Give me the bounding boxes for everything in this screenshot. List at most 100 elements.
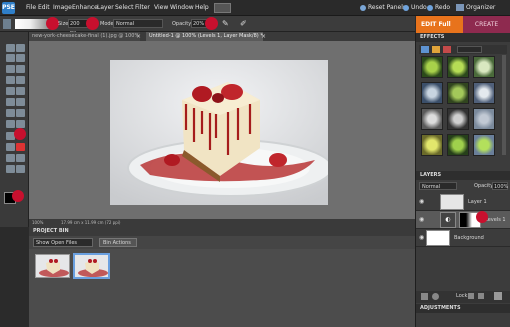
effect-thumbnail[interactable] (447, 82, 469, 104)
layer-thumbnail (440, 193, 464, 210)
layer-row[interactable]: ◉ Background (416, 229, 510, 247)
menu-select[interactable]: Select (115, 4, 134, 11)
menu-filter[interactable]: Filter (135, 4, 150, 11)
effect-thumbnail[interactable] (421, 82, 443, 104)
tab-cheesecake[interactable]: new-york-cheesecake-final (1).jpg @ 100%… (29, 32, 140, 41)
menu-view[interactable]: View (154, 4, 168, 11)
visibility-eye-icon[interactable]: ◉ (419, 198, 424, 205)
smart-brush-tool-icon[interactable] (6, 143, 15, 151)
tool-options-bar: Size: 200 px Mode: Normal Opacity: 20% ✎… (0, 16, 415, 36)
red-eye-tool-icon[interactable] (6, 109, 15, 117)
organizer-button[interactable]: Organizer (456, 4, 495, 11)
effects-scrollbar[interactable] (502, 55, 506, 155)
menu-enhance[interactable]: Enhance (72, 4, 98, 11)
menu-edit[interactable]: Edit (38, 4, 50, 11)
menu-file[interactable]: File (26, 4, 36, 11)
menu-layer[interactable]: Layer (97, 4, 114, 11)
menu-window[interactable]: Window (170, 4, 194, 11)
project-bin (29, 249, 415, 327)
bin-thumbnail[interactable] (35, 254, 70, 278)
layer-opacity-input[interactable]: 100% (492, 182, 508, 190)
opacity-label: Opacity: (172, 21, 193, 27)
create-tab[interactable]: CREATE (463, 16, 510, 33)
document-tabs: new-york-cheesecake-final (1).jpg @ 100%… (29, 32, 415, 41)
eyedropper-tool-icon[interactable] (16, 54, 25, 62)
effect-thumbnail[interactable] (473, 56, 495, 78)
document-size: 17.99 cm x 11.99 cm (72 ppi) (61, 220, 121, 225)
layer-row[interactable]: ◉ Layer 1 (416, 193, 510, 211)
bin-actions-button[interactable]: Bin Actions (99, 238, 137, 247)
lock-all-icon[interactable] (478, 293, 484, 299)
zoom-tool-icon[interactable] (16, 44, 25, 52)
layer-row-selected[interactable]: ◉ ◐ Levels 1 (416, 211, 510, 229)
gradient-tool-icon[interactable] (6, 154, 15, 162)
tab-untitled[interactable]: Untitled-1 @ 100% (Levels 1, Layer Mask/… (146, 32, 263, 41)
effect-thumbnail[interactable] (421, 108, 443, 130)
hand-tool-icon[interactable] (6, 54, 15, 62)
effect-thumbnail[interactable] (421, 56, 443, 78)
effects-filter-icon[interactable] (421, 46, 429, 53)
shape-tool-icon[interactable] (16, 154, 25, 162)
blend-mode-select[interactable]: Normal (419, 182, 457, 190)
straighten-tool-icon[interactable] (16, 98, 25, 106)
effect-thumbnail[interactable] (447, 108, 469, 130)
size-input[interactable]: 200 px (68, 19, 88, 36)
effect-thumbnail[interactable] (473, 134, 495, 156)
new-layer-icon[interactable] (421, 293, 428, 300)
menu-bar: PSE File Edit Image Enhance Layer Select… (0, 0, 510, 16)
eraser-tool-icon[interactable] (16, 120, 25, 128)
mode-select[interactable]: Normal (113, 19, 163, 28)
effect-thumbnail[interactable] (473, 82, 495, 104)
effect-thumbnail[interactable] (447, 56, 469, 78)
paint-bucket-tool-icon[interactable] (16, 143, 25, 151)
menu-image[interactable]: Image (53, 4, 72, 11)
effect-thumbnail[interactable] (421, 134, 443, 156)
move-tool-icon[interactable] (6, 44, 15, 52)
redo-icon (427, 4, 433, 11)
marquee-tool-icon[interactable] (6, 65, 15, 73)
lock-transparent-icon[interactable] (468, 293, 474, 299)
clone-stamp-tool-icon[interactable] (6, 120, 15, 128)
show-open-files-select[interactable]: Show Open Files (33, 238, 93, 247)
undo-icon (403, 4, 409, 11)
selection-brush-tool-icon[interactable] (16, 76, 25, 84)
effects-layer-styles-icon[interactable] (432, 46, 440, 53)
visibility-eye-icon[interactable]: ◉ (419, 216, 424, 223)
brush-tool-icon (3, 19, 11, 29)
panel-bin: EFFECTS LAYERS Normal Opacity: 100% ◉ La… (415, 33, 510, 327)
tablet-options-icon[interactable]: ✐ (240, 19, 248, 28)
type-tool-icon[interactable] (6, 87, 15, 95)
effect-thumbnail[interactable] (473, 108, 495, 130)
crop-tool-icon[interactable] (16, 87, 25, 95)
adjustment-layer-icon[interactable] (432, 293, 439, 300)
close-tab-icon[interactable]: × (136, 32, 141, 41)
reset-panels-button[interactable]: Reset Panels (360, 4, 406, 11)
edit-full-tab[interactable]: EDIT Full (416, 16, 463, 33)
levels-adjustment-icon: ◐ (440, 211, 456, 228)
undo-button[interactable]: Undo (403, 4, 427, 11)
annotation-marker (12, 190, 24, 202)
bin-thumbnail-selected[interactable] (74, 254, 109, 278)
healing-brush-tool-icon[interactable] (16, 109, 25, 117)
visibility-eye-icon[interactable]: ◉ (419, 234, 424, 241)
cookie-cutter-tool-icon[interactable] (6, 98, 15, 106)
effect-thumbnail[interactable] (447, 134, 469, 156)
effects-category-select[interactable] (457, 46, 482, 53)
redo-button[interactable]: Redo (427, 4, 450, 11)
layer-name: Background (454, 234, 484, 241)
magic-wand-tool-icon[interactable] (6, 76, 15, 84)
annotation-marker (476, 211, 488, 223)
arrange-icon[interactable] (214, 3, 231, 13)
layer-name: Levels 1 (485, 216, 506, 223)
annotation-marker (86, 17, 99, 30)
effects-photo-effects-icon[interactable] (443, 46, 451, 53)
airbrush-icon[interactable]: ✎ (222, 19, 230, 28)
lasso-tool-icon[interactable] (16, 65, 25, 73)
menu-help[interactable]: Help (195, 4, 209, 11)
close-tab-icon[interactable]: × (261, 32, 266, 41)
trash-icon[interactable] (494, 292, 502, 300)
blur-tool-icon[interactable] (6, 165, 15, 173)
annotation-marker (14, 128, 26, 140)
zoom-level: 100% (32, 220, 44, 225)
sponge-tool-icon[interactable] (16, 165, 25, 173)
